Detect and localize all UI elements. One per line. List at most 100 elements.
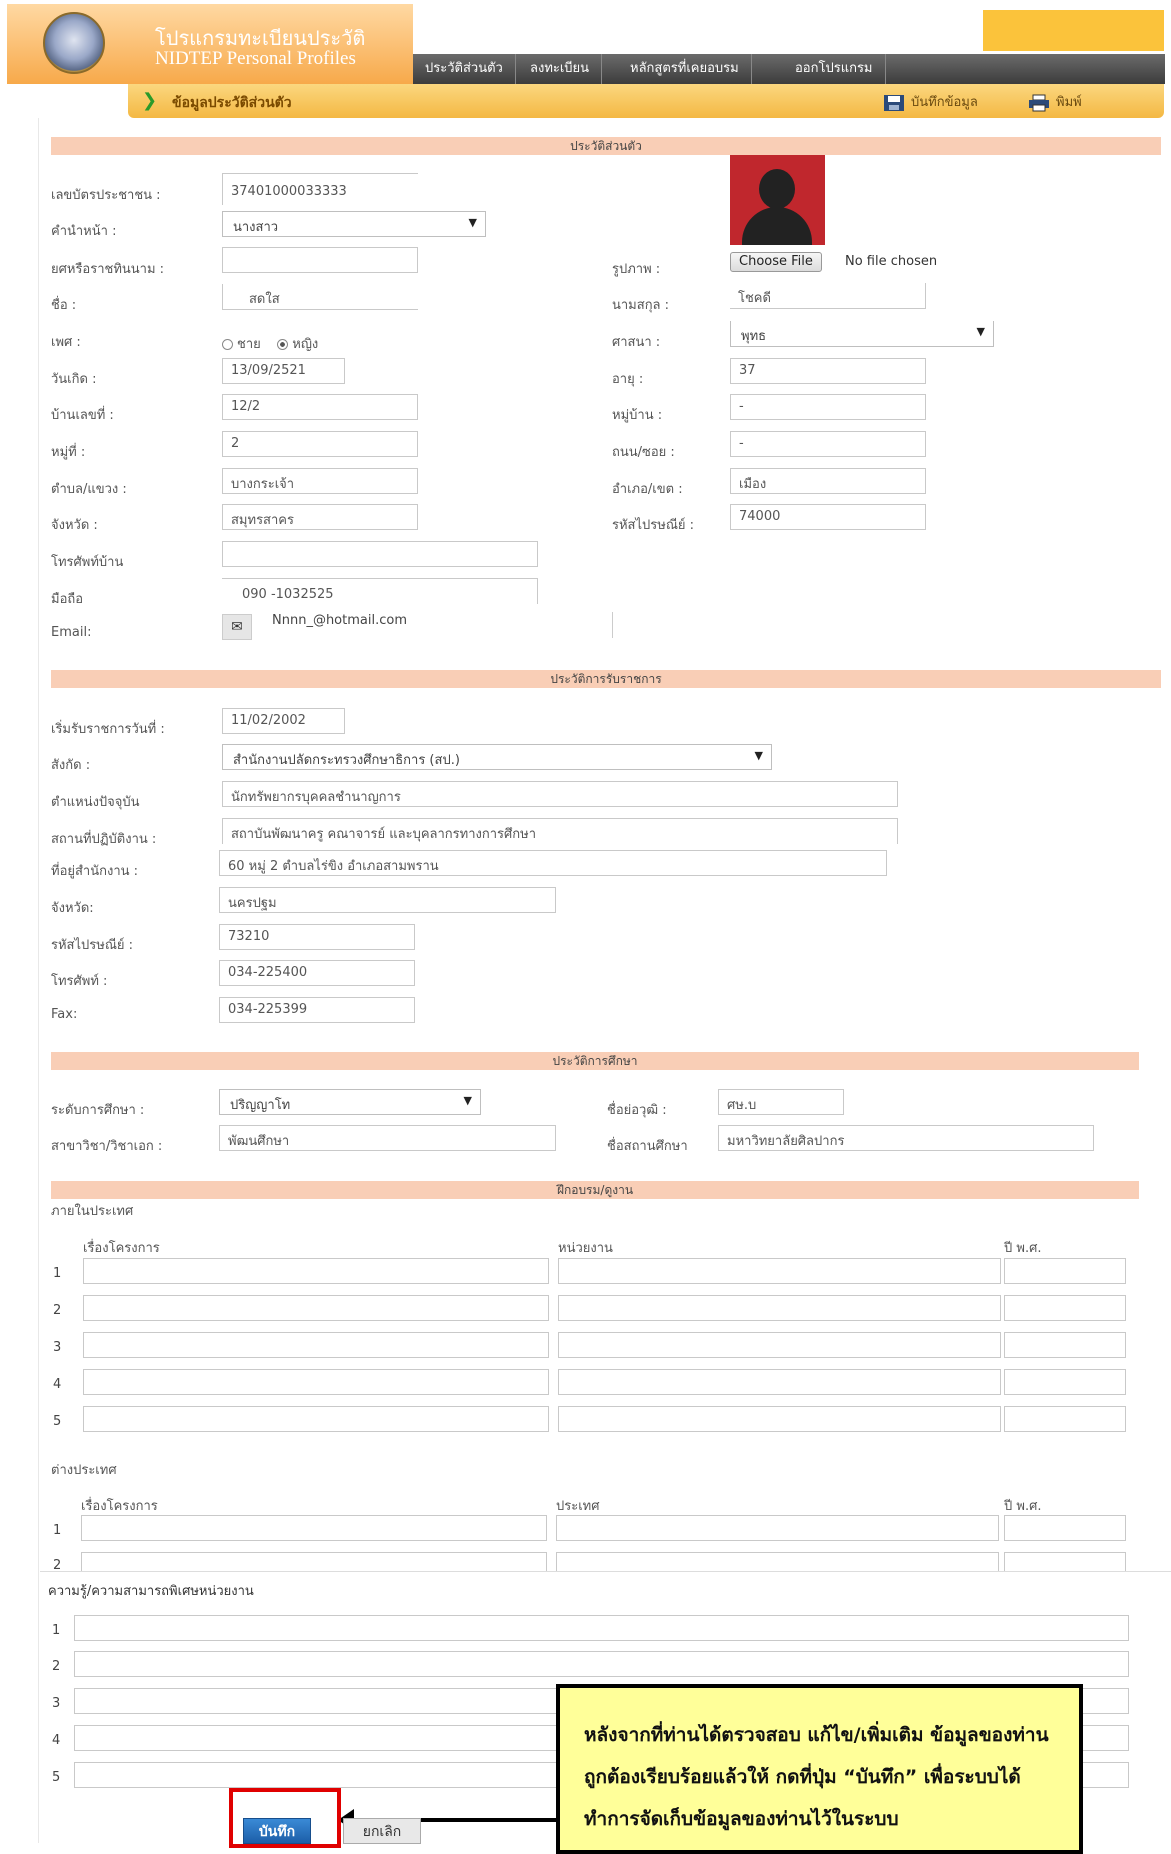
rank-input[interactable] <box>222 247 418 273</box>
label-religion: ศาสนา : <box>612 335 661 350</box>
education-level-select[interactable]: ปริญญาโท ▼ <box>219 1089 481 1115</box>
domestic-agency-input[interactable] <box>558 1406 1001 1432</box>
domestic-title: ภายในประเทศ <box>51 1204 134 1219</box>
home-phone-input[interactable] <box>222 541 538 567</box>
logo-emblem-icon <box>43 12 105 74</box>
domestic-year-input[interactable] <box>1004 1258 1126 1284</box>
domestic-project-input[interactable] <box>83 1332 549 1358</box>
village-input[interactable]: - <box>730 394 926 420</box>
tab-register[interactable]: ลงทะเบียน <box>518 54 603 84</box>
skill-input[interactable] <box>74 1615 1129 1641</box>
affiliation-select[interactable]: สำนักงานปลัดกระทรวงศึกษาธิการ (สป.) ▼ <box>222 744 772 770</box>
first-name-input[interactable]: สดใส <box>222 284 418 310</box>
label-rank: ยศหรือราชทินนาม : <box>51 262 165 277</box>
label-office-postcode: รหัสไปรษณีย์ : <box>51 938 134 953</box>
label-gender: เพศ : <box>51 335 81 350</box>
domestic-year-input[interactable] <box>1004 1406 1126 1432</box>
foreign-project-input[interactable] <box>81 1515 547 1541</box>
gender-male-radio[interactable] <box>222 339 233 350</box>
prefix-select[interactable]: นางสาว ▼ <box>222 211 486 237</box>
road-input[interactable]: - <box>730 431 926 457</box>
save-button[interactable]: บันทึก <box>243 1818 311 1844</box>
gender-female-radio[interactable] <box>277 339 289 350</box>
moo-input[interactable]: 2 <box>222 431 418 457</box>
skill-row-number: 2 <box>52 1659 61 1674</box>
domestic-project-input[interactable] <box>83 1258 549 1284</box>
office-postcode-input[interactable]: 73210 <box>219 924 415 950</box>
floppy-disk-icon <box>884 94 904 111</box>
toolbar: ❯ ข้อมูลประวัติส่วนตัว บันทึกข้อมูล พิมพ… <box>128 84 1164 118</box>
domestic-agency-input[interactable] <box>558 1258 1001 1284</box>
last-name-input[interactable]: โชคดี <box>730 283 926 309</box>
cancel-button[interactable]: ยกเลิก <box>343 1818 421 1844</box>
dropdown-caret-icon: ▼ <box>976 325 985 338</box>
skills-title: ความรู้/ความสามารถพิเศษหน่วยงาน <box>48 1584 254 1599</box>
print-label: พิมพ์ <box>1056 95 1082 110</box>
position-input[interactable]: นักทรัพยากรบุคคลชำนาญการ <box>222 781 898 807</box>
domestic-row-number: 4 <box>53 1377 62 1392</box>
domestic-project-input[interactable] <box>83 1295 549 1321</box>
foreign-country-input[interactable] <box>556 1515 999 1541</box>
skill-row-number: 3 <box>52 1696 61 1711</box>
domestic-row-number: 1 <box>53 1266 62 1281</box>
label-position: ตำแหน่งปัจจุบัน <box>51 795 140 810</box>
religion-select[interactable]: พุทธ ▼ <box>730 321 994 347</box>
skill-input[interactable] <box>74 1651 1129 1677</box>
domestic-year-input[interactable] <box>1004 1332 1126 1358</box>
chevron-right-icon: ❯ <box>142 90 158 111</box>
envelope-icon: ✉ <box>222 614 252 640</box>
domestic-project-input[interactable] <box>83 1406 549 1432</box>
save-data-label: บันทึกข้อมูล <box>911 95 978 110</box>
foreign-row-number: 1 <box>53 1523 62 1538</box>
age-input[interactable]: 37 <box>730 358 926 384</box>
office-address-input[interactable]: 60 หมู่ 2 ตำบลไร่ขิง อำเภอสามพราน <box>219 850 887 876</box>
tab-personal[interactable]: ประวัติส่วนตัว <box>413 54 516 84</box>
foreign-country-input[interactable] <box>556 1552 999 1572</box>
foreign-year-input[interactable] <box>1004 1552 1126 1572</box>
tab-logout[interactable]: ออกโปรแกรม <box>783 54 886 84</box>
workplace-input[interactable]: สถาบันพัฒนาครู คณาจารย์ และบุคลากรทางการ… <box>222 818 898 844</box>
gender-female-label: หญิง <box>292 337 319 352</box>
domestic-header-project: เรื่องโครงการ <box>83 1241 160 1256</box>
label-age: อายุ : <box>612 372 644 387</box>
district-input[interactable]: เมือง <box>730 468 926 494</box>
domestic-agency-input[interactable] <box>558 1295 1001 1321</box>
office-phone-input[interactable]: 034-225400 <box>219 960 415 986</box>
section-header-training: ฝึกอบรม/ดูงาน <box>51 1181 1139 1199</box>
skill-row-number: 5 <box>52 1770 61 1785</box>
fax-input[interactable]: 034-225399 <box>219 997 415 1023</box>
choose-file-button[interactable]: Choose File <box>730 252 822 272</box>
start-date-input[interactable]: 11/02/2002 <box>222 708 345 734</box>
foreign-project-input[interactable] <box>81 1552 547 1572</box>
id-card-input[interactable]: 37401000033333 <box>222 173 418 205</box>
label-affiliation: สังกัด : <box>51 758 91 773</box>
tab-courses[interactable]: หลักสูตรที่เคยอบรม <box>618 54 752 84</box>
birthdate-input[interactable]: 13/09/2521 <box>222 358 345 384</box>
degree-abbr-input[interactable]: ศษ.บ <box>718 1089 844 1115</box>
institution-input[interactable]: มหาวิทยาลัยศิลปากร <box>718 1125 1094 1151</box>
domestic-agency-input[interactable] <box>558 1369 1001 1395</box>
foreign-title: ต่างประเทศ <box>51 1463 117 1478</box>
province-input[interactable]: สมุทรสาคร <box>222 504 418 530</box>
mobile-input[interactable]: 090 -1032525 <box>222 578 538 604</box>
domestic-year-input[interactable] <box>1004 1369 1126 1395</box>
skill-row-number: 4 <box>52 1733 61 1748</box>
print-link[interactable]: พิมพ์ <box>1028 91 1082 112</box>
foreign-header-project: เรื่องโครงการ <box>81 1499 158 1514</box>
label-email: Email: <box>51 625 92 640</box>
office-province-input[interactable]: นครปฐม <box>219 887 556 913</box>
major-input[interactable]: พัฒนศึกษา <box>219 1125 556 1151</box>
dropdown-caret-icon: ▼ <box>754 749 763 762</box>
label-first-name: ชื่อ : <box>51 298 77 313</box>
postcode-input[interactable]: 74000 <box>730 504 926 530</box>
foreign-year-input[interactable] <box>1004 1515 1126 1541</box>
save-data-link[interactable]: บันทึกข้อมูล <box>883 91 978 112</box>
domestic-year-input[interactable] <box>1004 1295 1126 1321</box>
religion-value: พุทธ <box>741 329 767 344</box>
domestic-project-input[interactable] <box>83 1369 549 1395</box>
domestic-agency-input[interactable] <box>558 1332 1001 1358</box>
house-no-input[interactable]: 12/2 <box>222 394 418 420</box>
app-title-english: NIDTEP Personal Profiles <box>155 48 356 69</box>
subdistrict-input[interactable]: บางกระเจ้า <box>222 468 418 494</box>
email-input[interactable]: Nnnn_@hotmail.com <box>272 613 407 628</box>
